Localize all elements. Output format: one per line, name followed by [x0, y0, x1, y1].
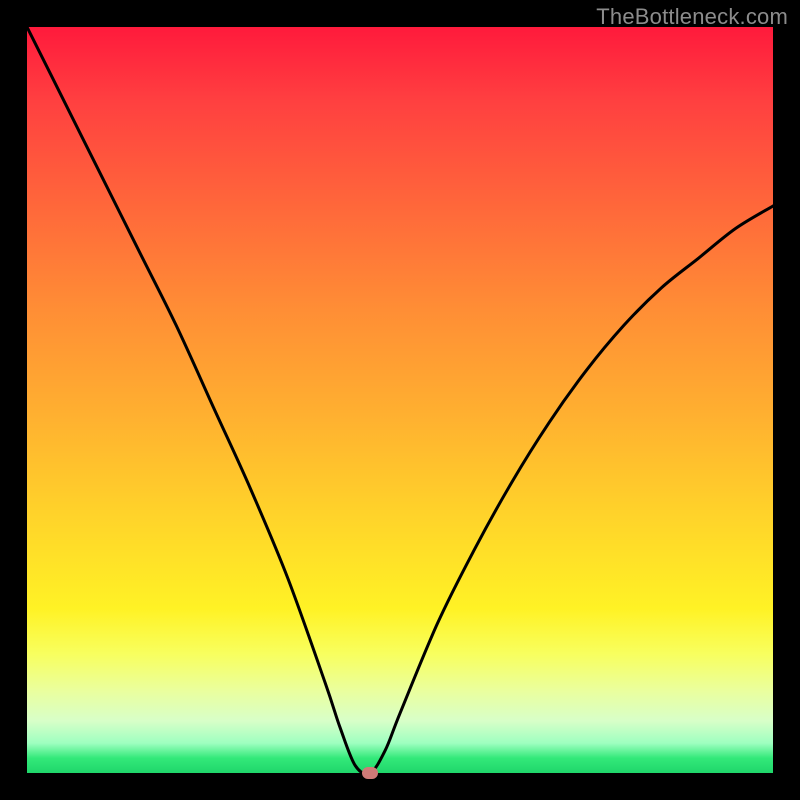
plot-area: [27, 27, 773, 773]
bottleneck-curve: [27, 27, 773, 773]
chart-frame: TheBottleneck.com: [0, 0, 800, 800]
optimum-marker: [362, 767, 378, 779]
watermark-text: TheBottleneck.com: [596, 4, 788, 30]
